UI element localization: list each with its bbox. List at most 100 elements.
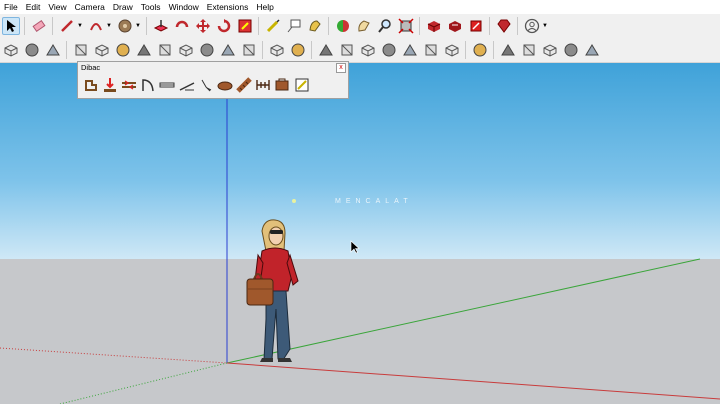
eraser-icon[interactable] xyxy=(30,17,48,35)
offset-icon[interactable] xyxy=(156,41,174,59)
redo-view-icon[interactable] xyxy=(583,41,601,59)
menu-extensions[interactable]: Extensions xyxy=(203,0,253,14)
cube-icon[interactable] xyxy=(44,41,62,59)
shadow-icon[interactable] xyxy=(93,41,111,59)
sandbox-icon[interactable] xyxy=(2,41,20,59)
scale-icon[interactable] xyxy=(215,17,233,35)
secondary-toolbar xyxy=(0,38,720,63)
pencil-line-icon[interactable] xyxy=(58,17,76,35)
main-toolbar: ▼ ▼ ▼ ▼ xyxy=(0,14,720,38)
protractor-icon[interactable] xyxy=(177,41,195,59)
walk-icon[interactable] xyxy=(334,17,352,35)
window-icon[interactable] xyxy=(158,76,176,94)
orbit-icon[interactable] xyxy=(306,17,324,35)
door-icon[interactable] xyxy=(139,76,157,94)
separator xyxy=(52,17,53,35)
menu-file[interactable]: File xyxy=(0,0,22,14)
dibac-title: Dibac xyxy=(81,63,101,72)
separator xyxy=(311,41,312,59)
paint-bucket-icon[interactable] xyxy=(116,17,134,35)
separator xyxy=(465,41,466,59)
menu-bar: File Edit View Camera Draw Tools Window Extensi… xyxy=(0,0,720,14)
dimension-icon[interactable] xyxy=(285,17,303,35)
separator xyxy=(66,41,67,59)
box-icon[interactable] xyxy=(23,41,41,59)
mouse-cursor-icon xyxy=(350,240,360,254)
chevron-down-icon[interactable]: ▼ xyxy=(77,17,83,35)
menu-window[interactable]: Window xyxy=(165,0,203,14)
menu-draw[interactable]: Draw xyxy=(109,0,137,14)
lamp-icon[interactable] xyxy=(197,76,215,94)
layout-icon[interactable] xyxy=(446,17,464,35)
separator xyxy=(328,17,329,35)
paint-icon[interactable] xyxy=(114,41,132,59)
dibac-toolbar-window[interactable]: Dibac x xyxy=(77,61,349,99)
wall-icon[interactable] xyxy=(82,76,100,94)
separator xyxy=(489,17,490,35)
x-ray-icon[interactable] xyxy=(338,41,356,59)
menu-camera[interactable]: Camera xyxy=(71,0,109,14)
separator xyxy=(517,17,518,35)
shaded-icon[interactable] xyxy=(401,41,419,59)
dibac-title-bar[interactable]: Dibac x xyxy=(78,62,348,73)
push-pull-icon[interactable] xyxy=(152,17,170,35)
watermark: MENCALAT xyxy=(335,198,413,205)
menu-edit[interactable]: Edit xyxy=(22,0,45,14)
zoom-extents-icon[interactable] xyxy=(376,17,394,35)
textured-icon[interactable] xyxy=(422,41,440,59)
chevron-down-icon[interactable]: ▼ xyxy=(135,17,141,35)
floorplan-icon[interactable] xyxy=(293,76,311,94)
close-icon[interactable]: x xyxy=(336,63,346,73)
components-icon[interactable] xyxy=(471,41,489,59)
separator xyxy=(258,17,259,35)
styles-icon[interactable] xyxy=(499,41,517,59)
group-icon[interactable] xyxy=(317,41,335,59)
rotate-icon[interactable] xyxy=(173,17,191,35)
teapot-icon[interactable] xyxy=(520,41,538,59)
stair-icon[interactable] xyxy=(178,76,196,94)
chevron-down-icon[interactable]: ▼ xyxy=(542,17,548,35)
axis-icon[interactable] xyxy=(198,41,216,59)
sun-icon[interactable] xyxy=(72,41,90,59)
3d-warehouse-icon[interactable] xyxy=(397,17,415,35)
separator xyxy=(146,17,147,35)
ruby-icon[interactable] xyxy=(467,17,485,35)
zoom-icon[interactable] xyxy=(355,17,373,35)
outliner-icon[interactable] xyxy=(541,41,559,59)
axes xyxy=(0,63,720,404)
glazing-icon[interactable] xyxy=(254,76,272,94)
extend-wall-icon[interactable] xyxy=(101,76,119,94)
separator xyxy=(262,41,263,59)
furniture-icon[interactable] xyxy=(216,76,234,94)
menu-tools[interactable]: Tools xyxy=(137,0,165,14)
monochrome-icon[interactable] xyxy=(443,41,461,59)
green-axis-dotted xyxy=(59,362,228,404)
text-icon[interactable] xyxy=(264,17,282,35)
follow-me-icon[interactable] xyxy=(135,41,153,59)
stairs-icon[interactable] xyxy=(235,76,253,94)
select-icon[interactable] xyxy=(1,17,20,35)
wireframe-icon[interactable] xyxy=(359,41,377,59)
undo-view-icon[interactable] xyxy=(562,41,580,59)
menu-help[interactable]: Help xyxy=(252,0,277,14)
property-icon[interactable] xyxy=(273,76,291,94)
user-account-icon[interactable] xyxy=(523,17,541,35)
menu-view[interactable]: View xyxy=(44,0,70,14)
tape-measure-icon[interactable] xyxy=(236,17,254,35)
3d-viewport[interactable]: MENCALAT xyxy=(0,63,720,404)
dibac-tools xyxy=(78,73,348,97)
chevron-down-icon[interactable]: ▼ xyxy=(106,17,112,35)
separator xyxy=(493,41,494,59)
move-icon[interactable] xyxy=(194,17,212,35)
section-icon[interactable] xyxy=(219,41,237,59)
join-walls-icon[interactable] xyxy=(120,76,138,94)
gem-icon[interactable] xyxy=(495,17,513,35)
separator xyxy=(419,17,420,35)
circle-icon[interactable] xyxy=(268,41,286,59)
extension-warehouse-icon[interactable] xyxy=(425,17,443,35)
arc-icon[interactable] xyxy=(87,17,105,35)
hemisphere-icon[interactable] xyxy=(240,41,258,59)
layers-icon[interactable] xyxy=(289,41,307,59)
hidden-line-icon[interactable] xyxy=(380,41,398,59)
red-axis-dotted xyxy=(0,347,228,364)
